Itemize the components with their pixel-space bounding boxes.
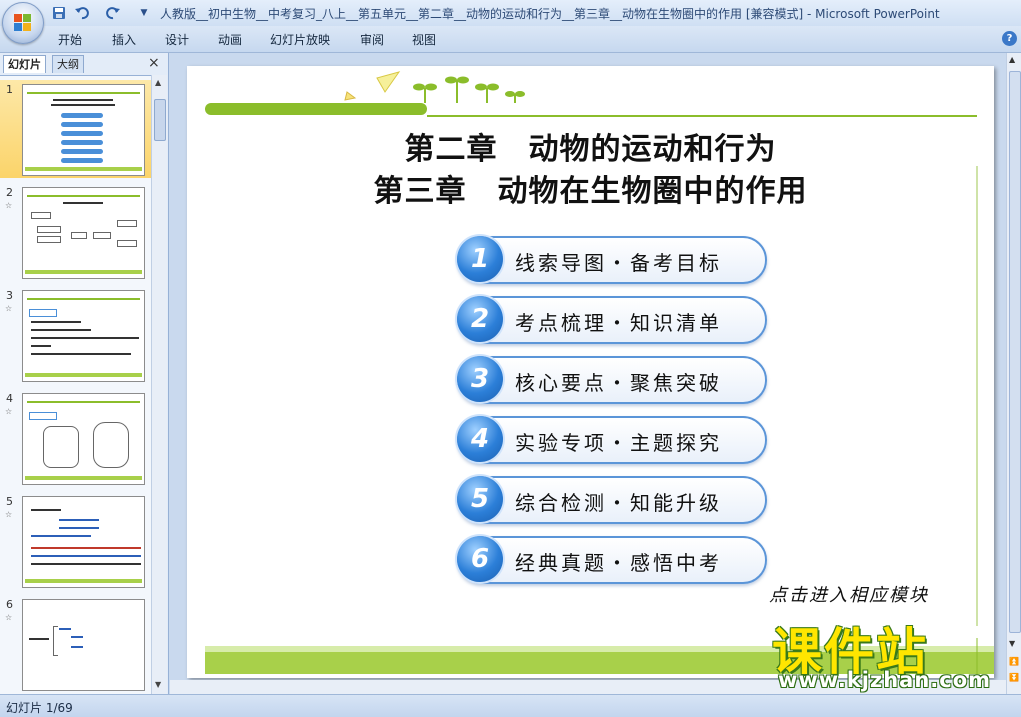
undo-icon[interactable] — [72, 4, 94, 22]
module-button-1[interactable]: 1 线索导图・备考目标 — [457, 236, 767, 284]
scroll-down-icon[interactable]: ▼ — [155, 680, 161, 689]
tab-insert[interactable]: 插入 — [112, 31, 136, 48]
slide-thumbnail[interactable] — [22, 393, 145, 485]
scroll-up-icon[interactable]: ▲ — [1009, 55, 1015, 64]
slide-thumbnail-row[interactable]: 2 ☆ — [0, 183, 151, 281]
tab-review[interactable]: 审阅 — [360, 31, 384, 48]
scroll-thumb[interactable] — [1009, 71, 1021, 633]
office-logo-icon — [14, 14, 32, 32]
scroll-up-icon[interactable]: ▲ — [155, 78, 161, 87]
help-icon[interactable]: ? — [1002, 31, 1017, 46]
slide-thumbnail[interactable] — [22, 599, 145, 691]
module-label: 线索导图・备考目标 — [515, 251, 722, 275]
module-label: 实验专项・主题探究 — [515, 431, 722, 455]
window-title: 人教版__初中生物__中考复习_八上__第五单元__第二章__动物的运动和行为_… — [160, 7, 940, 21]
tab-animations[interactable]: 动画 — [218, 31, 242, 48]
scroll-thumb[interactable] — [154, 99, 166, 141]
tab-slideshow[interactable]: 幻灯片放映 — [270, 31, 330, 48]
slide-thumbnail-row[interactable]: 1 — [0, 80, 151, 178]
module-button-2[interactable]: 2 考点梳理・知识清单 — [457, 296, 767, 344]
module-label: 经典真题・感悟中考 — [515, 551, 722, 575]
animation-star-icon: ☆ — [5, 201, 13, 210]
slide-thumbnail[interactable] — [22, 496, 145, 588]
module-button-5[interactable]: 5 综合检测・知能升级 — [457, 476, 767, 524]
slide-number: 5 — [6, 495, 13, 508]
slide-thumbnail[interactable] — [22, 187, 145, 279]
slide-counter: 幻灯片 1/69 — [6, 701, 73, 715]
slide-thumbnail-list[interactable]: 1 2 ☆ 3 ☆ 4 ☆ 5 ☆ 6 ☆ — [0, 75, 151, 695]
close-panel-icon[interactable]: × — [148, 55, 160, 71]
slide-canvas[interactable]: 第二章 动物的运动和行为 第三章 动物在生物圈中的作用 1 线索导图・备考目标 … — [187, 66, 994, 678]
number-badge-icon: 5 — [457, 476, 503, 522]
animation-star-icon: ☆ — [5, 613, 13, 622]
slides-panel: 幻灯片 大纲 × 1 2 ☆ 3 ☆ 4 ☆ 5 ☆ 6 ☆ ▲ ▼ — [0, 53, 169, 695]
slide-number: 1 — [6, 83, 13, 96]
module-label: 考点梳理・知识清单 — [515, 311, 722, 335]
slide-thumbnail[interactable] — [22, 290, 145, 382]
animation-star-icon: ☆ — [5, 407, 13, 416]
tab-design[interactable]: 设计 — [165, 31, 189, 48]
scroll-down-icon[interactable]: ▼ — [1009, 639, 1015, 648]
slide-title-line1: 第二章 动物的运动和行为 — [404, 132, 777, 167]
number-badge-icon: 3 — [457, 356, 503, 402]
save-icon[interactable] — [50, 4, 68, 22]
hint-text: 点击进入相应模块 — [769, 585, 929, 606]
header-decoration — [205, 71, 977, 117]
redo-icon[interactable] — [104, 4, 124, 22]
module-button-6[interactable]: 6 经典真题・感悟中考 — [457, 536, 767, 584]
ribbon-tab-bar: 开始 插入 设计 动画 幻灯片放映 审阅 视图 ? — [0, 26, 1021, 53]
tab-view[interactable]: 视图 — [412, 31, 436, 48]
module-label: 核心要点・聚焦突破 — [515, 371, 722, 395]
animation-star-icon: ☆ — [5, 510, 13, 519]
status-bar: 幻灯片 1/69 — [0, 694, 1021, 717]
tab-home[interactable]: 开始 — [58, 31, 82, 48]
customize-toolbar-icon[interactable]: ▼ — [138, 4, 150, 22]
office-button[interactable] — [2, 2, 44, 44]
slide-number: 3 — [6, 289, 13, 302]
slide-number: 2 — [6, 186, 13, 199]
module-label: 综合检测・知能升级 — [515, 491, 722, 515]
module-button-4[interactable]: 4 实验专项・主题探究 — [457, 416, 767, 464]
slide-number: 6 — [6, 598, 13, 611]
thumbnail-scrollbar[interactable]: ▲ ▼ — [151, 75, 167, 694]
slide-thumbnail-row[interactable]: 6 ☆ — [0, 595, 151, 693]
slide-edit-area: 第二章 动物的运动和行为 第三章 动物在生物圈中的作用 1 线索导图・备考目标 … — [170, 53, 1006, 694]
previous-slide-icon[interactable]: ⏫ — [1009, 657, 1019, 666]
number-badge-icon: 1 — [457, 236, 503, 282]
animation-star-icon: ☆ — [5, 304, 13, 313]
slide-thumbnail-row[interactable]: 5 ☆ — [0, 492, 151, 590]
module-button-3[interactable]: 3 核心要点・聚焦突破 — [457, 356, 767, 404]
number-badge-icon: 6 — [457, 536, 503, 582]
number-badge-icon: 2 — [457, 296, 503, 342]
slide-number: 4 — [6, 392, 13, 405]
watermark-url: www.kjzhan.com — [778, 668, 992, 692]
tab-outline[interactable]: 大纲 — [52, 55, 84, 73]
title-bar: ▼ 人教版__初中生物__中考复习_八上__第五单元__第二章__动物的运动和行… — [0, 0, 1021, 26]
tab-slides[interactable]: 幻灯片 — [3, 55, 46, 73]
next-slide-icon[interactable]: ⏬ — [1009, 673, 1019, 682]
slide-title-line2: 第三章 动物在生物圈中的作用 — [373, 174, 808, 209]
slide-thumbnail-row[interactable]: 3 ☆ — [0, 286, 151, 384]
slide-thumbnail[interactable] — [22, 84, 145, 176]
slide-thumbnail-row[interactable]: 4 ☆ — [0, 389, 151, 487]
right-edge-line — [976, 166, 978, 626]
slide-scrollbar[interactable]: ▲ ▼ ⏫ ⏬ — [1006, 53, 1021, 694]
number-badge-icon: 4 — [457, 416, 503, 462]
